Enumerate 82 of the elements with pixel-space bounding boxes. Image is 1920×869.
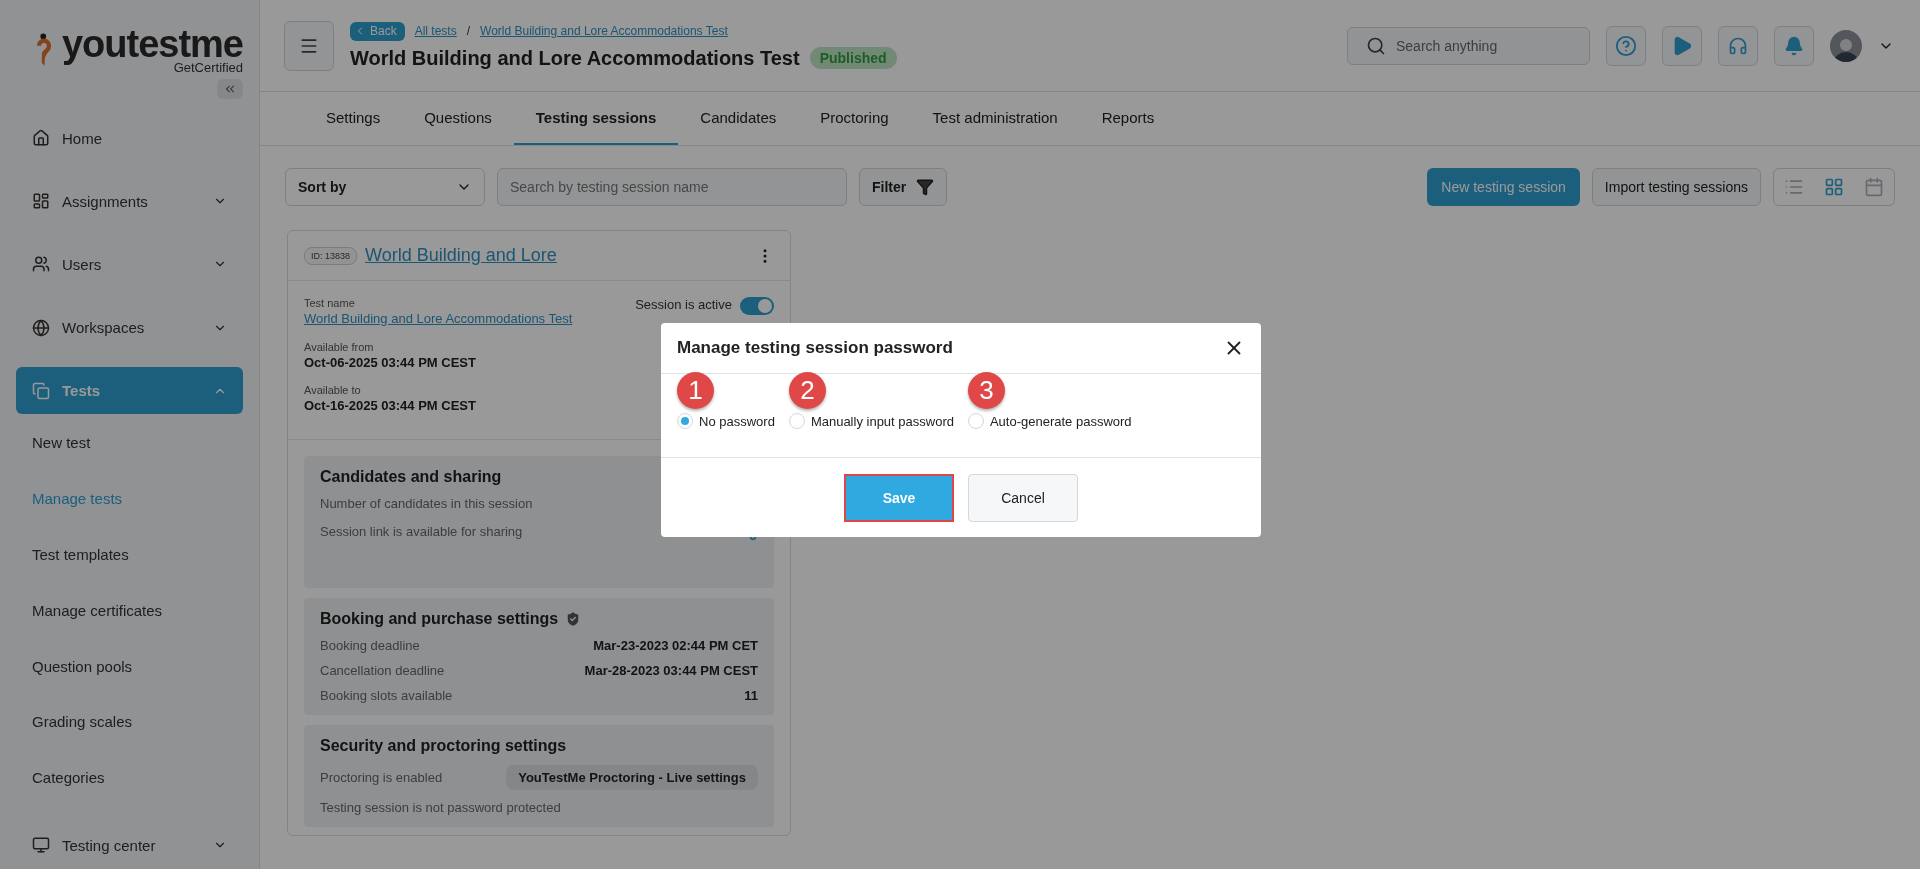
page-title: World Building and Lore Accommodations Test [350,46,800,70]
radio-option[interactable]: Manually input password [788,413,954,429]
sidebar-item[interactable]: Workspaces [16,304,243,352]
menu-button[interactable] [284,20,334,71]
breadcrumb-separator: / [466,24,471,38]
radio-option[interactable]: Auto-generate password [967,413,1132,429]
filter-icon [916,178,935,196]
field-label: Test name [304,297,356,309]
filter-button[interactable]: Filter [859,168,948,206]
tab[interactable]: Candidates [678,92,799,145]
sidebar-item[interactable]: Home [16,114,243,162]
notifications-button[interactable] [1774,25,1814,66]
step-marker: 2 [788,372,826,409]
panel-text: Testing session is not password protected [320,800,562,815]
panel-title: Candidates and sharing [320,468,502,486]
active-toggle[interactable] [740,297,774,315]
sidebar-subitem[interactable]: Manage certificates [16,582,243,639]
help-button[interactable] [1606,25,1646,66]
help-icon [1615,34,1637,57]
sidebar-subitem[interactable]: New test [16,414,243,471]
import-button[interactable]: Import testing sessions [1591,168,1761,206]
panel-title: Booking and purchase settings [320,610,559,628]
panel-text: Number of candidates in this session [320,496,534,511]
search-field[interactable]: Search anything [1347,26,1590,65]
home-icon [32,129,50,148]
search-field[interactable]: Search by testing session name [497,168,847,206]
sidebar-subitem[interactable]: Question pools [16,638,243,694]
collapse-button[interactable] [217,79,243,99]
sidebar-subitem[interactable]: Grading scales [16,694,243,750]
breadcrumb-link[interactable]: All tests [414,24,457,38]
field-label: Available to [304,384,362,396]
tab[interactable]: Proctoring [798,92,911,145]
id-badge: ID: 13838 [304,246,358,265]
sort-dropdown[interactable]: Sort by [285,168,485,206]
headset-button[interactable] [1718,25,1758,66]
dashboard-icon [32,192,50,211]
panel-text: Session link is available for sharing [320,523,523,539]
tab[interactable]: Settings [304,92,403,145]
field-value: Oct-16-2025 03:44 PM CEST [304,398,477,413]
users-icon [32,255,50,274]
sidebar-item[interactable]: Testing center [16,821,243,869]
step-marker: 1 [677,372,714,409]
status-badge: Published [809,47,897,69]
monitor-icon [32,836,50,855]
headset-icon [1728,35,1748,56]
row-label: Cancellation deadline [320,663,445,678]
dialog-title: Manage testing session password [677,338,953,358]
row-value: Mar-28-2023 03:44 PM CEST [584,663,758,678]
tab[interactable]: Test administration [910,92,1080,145]
sidebar-item[interactable]: Users [16,240,243,288]
tab[interactable]: Questions [402,92,514,145]
calendar-view-icon [1864,177,1884,197]
view-switcher[interactable] [1773,168,1895,206]
radio-option[interactable]: No password [677,413,775,429]
sidebar-item[interactable]: Assignments [16,177,243,225]
copy-icon [32,381,50,400]
step-marker: 3 [967,372,1005,409]
proctoring-settings-button[interactable]: YouTestMe Proctoring - Live settings [506,765,758,790]
bell-icon [1784,35,1804,56]
list-view-icon [1784,177,1804,197]
sidebar-subitem[interactable]: Test templates [16,526,243,583]
row-label: Booking slots available [320,688,453,703]
row-value: 11 [744,688,758,703]
breadcrumb-link[interactable]: World Building and Lore Accommodations Test [480,24,728,38]
test-name-link[interactable]: World Building and Lore Accommodations Test [304,311,573,326]
avatar[interactable] [1830,29,1862,62]
sidebar-subitem[interactable]: Categories [16,749,243,806]
row-label: Proctoring is enabled [320,770,443,785]
grid-view-icon [1824,177,1844,197]
tab[interactable]: Testing sessions [513,92,679,145]
cancel-button[interactable]: Cancel [968,474,1078,522]
search-icon [1366,35,1386,56]
globe-icon [32,318,50,337]
field-label: Available from [304,341,375,353]
session-name-link[interactable]: World Building and Lore [365,245,748,266]
play-button[interactable] [1662,25,1702,66]
panel-title: Security and proctoring settings [320,737,567,755]
tab[interactable]: Reports [1079,92,1177,145]
row-value: Mar-23-2023 02:44 PM CET [593,638,758,653]
row-label: Booking deadline [320,638,420,653]
toggle-label: Session is active [635,297,732,312]
field-value: Oct-06-2025 03:44 PM CEST [304,355,477,370]
